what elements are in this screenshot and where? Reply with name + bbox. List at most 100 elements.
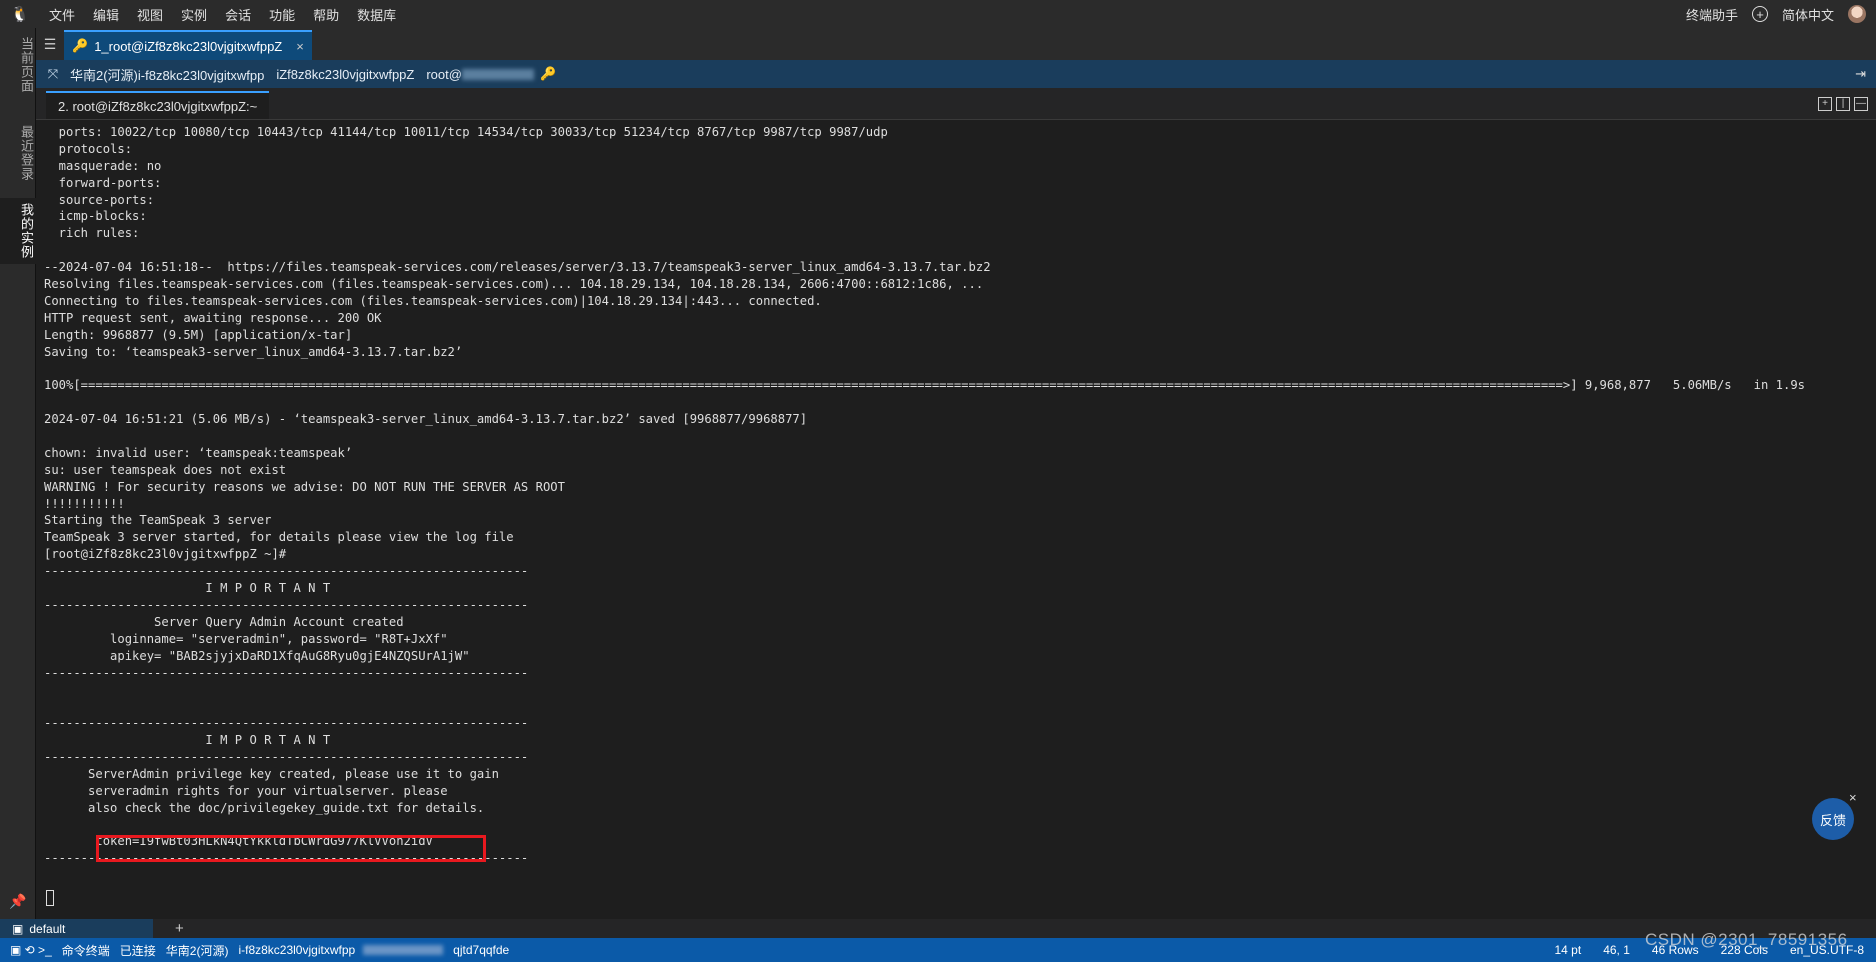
terminal-line: Connecting to files.teamspeak-services.c… xyxy=(44,293,822,308)
terminal-line: ServerAdmin privilege key created, pleas… xyxy=(44,766,499,781)
terminal-line: 2024-07-04 16:51:21 (5.06 MB/s) - ‘teams… xyxy=(44,412,808,427)
sidebar-tab-recent-logins[interactable]: 最近登录 xyxy=(0,118,36,188)
feedback-button[interactable]: 反馈 xyxy=(1812,798,1854,840)
terminal-line: ----------------------------------------… xyxy=(44,716,529,731)
sidebar-tab-current-page[interactable]: 当前页面 xyxy=(0,30,36,100)
avatar[interactable] xyxy=(1848,5,1866,23)
terminal-line: Saving to: ‘teamspeak3-server_linux_amd6… xyxy=(44,344,463,359)
feedback-close-icon[interactable]: × xyxy=(1849,790,1857,805)
add-circle-icon[interactable]: + xyxy=(1751,6,1768,22)
terminal-line: I M P O R T A N T xyxy=(44,733,331,748)
status-instance-id: i-f8z8kc23l0vjgitxwfpp xyxy=(238,943,356,957)
menu-function[interactable]: 功能 xyxy=(260,5,304,24)
terminal-line: TeamSpeak 3 server started, for details … xyxy=(44,530,514,545)
terminal-line: Server Query Admin Account created xyxy=(44,614,404,629)
session-tab-strip: ☰ 🔑 1_root@iZf8z8kc23l0vjgitxwfppZ × xyxy=(36,28,1876,60)
menu-edit[interactable]: 编辑 xyxy=(84,5,128,24)
terminal-line: Starting the TeamSpeak 3 server xyxy=(44,513,272,528)
terminal-line: ----------------------------------------… xyxy=(44,665,529,680)
session-tab[interactable]: 🔑 1_root@iZf8z8kc23l0vjgitxwfppZ × xyxy=(64,30,312,60)
profile-tab[interactable]: ▣ default xyxy=(0,919,153,938)
terminal-cursor xyxy=(46,890,54,906)
expand-icon[interactable]: ⤧ xyxy=(36,66,70,82)
menu-session[interactable]: 会话 xyxy=(216,5,260,24)
menu-instance[interactable]: 实例 xyxy=(172,5,216,24)
terminal-line: apikey= "BAB2sjyjxDaRD1XfqAuG8Ryu0gjE4NZ… xyxy=(44,648,470,663)
sidebar-tab-my-instances[interactable]: 我的实例 xyxy=(0,198,36,264)
menu-view[interactable]: 视图 xyxy=(128,5,172,24)
list-menu-icon[interactable]: ☰ xyxy=(36,28,64,60)
terminal-line: --2024-07-04 16:51:18-- https://files.te… xyxy=(44,260,991,275)
terminal-line: icmp-blocks: xyxy=(44,209,147,224)
status-terminal-type: 命令终端 xyxy=(61,943,110,958)
exit-icon[interactable]: ⇥ xyxy=(1855,66,1866,82)
key-icon: 🔑 xyxy=(539,66,557,81)
terminal-tab-strip: 2. root@iZf8z8kc23l0vjgitxwfppZ:~ + | — xyxy=(36,88,1876,120)
terminal-line: [root@iZf8z8kc23l0vjgitxwfppZ ~]# xyxy=(44,547,287,562)
terminal-line: protocols: xyxy=(44,141,133,156)
terminal-line: also check the doc/privilegekey_guide.tx… xyxy=(44,800,485,815)
terminal-line: rich rules: xyxy=(44,226,140,241)
profile-label: default xyxy=(29,921,66,936)
language-selector[interactable]: 简体中文 xyxy=(1782,5,1834,24)
left-sidebar: 当前页面 最近登录 我的实例 📌 xyxy=(0,28,36,922)
terminal-line: ----------------------------------------… xyxy=(44,564,529,579)
terminal-line: ports: 10022/tcp 10080/tcp 10443/tcp 411… xyxy=(44,125,888,139)
close-icon[interactable]: × xyxy=(296,39,304,54)
terminal-line: loginname= "serveradmin", password= "R8T… xyxy=(44,631,448,646)
terminal-layout-actions: + | — xyxy=(1818,96,1868,111)
terminal-line: serveradmin rights for your virtualserve… xyxy=(44,783,448,798)
terminal-line: ----------------------------------------… xyxy=(44,749,529,764)
status-region: 华南2(河源) xyxy=(165,943,229,958)
instance-hostname: iZf8z8kc23l0vjgitxwfppZ xyxy=(276,66,415,82)
terminal-output[interactable]: ports: 10022/tcp 10080/tcp 10443/tcp 411… xyxy=(44,124,1844,908)
terminal-line: Resolving files.teamspeak-services.com (… xyxy=(44,277,984,292)
terminal-line: source-ports: xyxy=(44,192,155,207)
status-suffix: qjtd7qqfde xyxy=(453,943,510,957)
key-icon: 🔑 xyxy=(72,38,89,53)
status-bar: ▣ ⟲ >_ 命令终端 已连接 华南2(河源) i-f8z8kc23l0vjgi… xyxy=(0,938,1876,962)
status-icons: ▣ ⟲ >_ xyxy=(10,943,52,957)
watermark: CSDN @2301_78591356 xyxy=(1645,930,1848,949)
terminal-line: WARNING ! For security reasons we advise… xyxy=(44,479,565,494)
new-pane-icon[interactable]: + xyxy=(1818,96,1832,111)
pin-icon[interactable]: 📌 xyxy=(0,893,36,910)
terminal-line: I M P O R T A N T xyxy=(44,581,331,596)
token-highlight-box xyxy=(96,835,486,862)
redacted-ip xyxy=(461,68,534,80)
profile-bar: ▣ default + xyxy=(0,919,1876,938)
terminal-icon: ▣ xyxy=(12,921,24,936)
split-horizontal-icon[interactable]: — xyxy=(1854,96,1868,111)
terminal-line: chown: invalid user: ‘teamspeak:teamspea… xyxy=(44,445,353,460)
terminal-line: 100%[===================================… xyxy=(44,378,1805,393)
menu-database[interactable]: 数据库 xyxy=(348,5,405,24)
menubar: 🐧 文件 编辑 视图 实例 会话 功能 帮助 数据库 终端助手 + 简体中文 xyxy=(0,0,1876,28)
terminal-assistant-button[interactable]: 终端助手 xyxy=(1686,5,1738,24)
terminal-line: Length: 9968877 (9.5M) [application/x-ta… xyxy=(44,327,353,342)
session-info-bar: ⤧ 华南2(河源)i-f8z8kc23l0vjgitxwfpp iZf8z8kc… xyxy=(36,60,1876,88)
session-tab-label: 1_root@iZf8z8kc23l0vjgitxwfppZ xyxy=(94,38,283,54)
split-vertical-icon[interactable]: | xyxy=(1836,96,1850,111)
terminal-line: su: user teamspeak does not exist xyxy=(44,462,287,477)
instance-region: 华南2(河源)i-f8z8kc23l0vjgitxwfpp xyxy=(70,67,265,83)
menu-help[interactable]: 帮助 xyxy=(304,5,348,24)
status-font-size[interactable]: 14 pt xyxy=(1555,943,1582,957)
status-connection: 已连接 xyxy=(119,943,156,958)
terminal-line: HTTP request sent, awaiting response... … xyxy=(44,310,382,325)
terminal-tab[interactable]: 2. root@iZf8z8kc23l0vjgitxwfppZ:~ xyxy=(46,91,270,119)
terminal-line: forward-ports: xyxy=(44,175,162,190)
menubar-right: 终端助手 + 简体中文 xyxy=(1686,5,1876,24)
terminal-tab-label: 2. root@iZf8z8kc23l0vjgitxwfppZ:~ xyxy=(58,98,258,114)
menu-file[interactable]: 文件 xyxy=(40,5,84,24)
add-profile-button[interactable]: + xyxy=(175,920,184,937)
redacted-ip xyxy=(363,945,444,955)
terminal-line: ----------------------------------------… xyxy=(44,597,529,612)
